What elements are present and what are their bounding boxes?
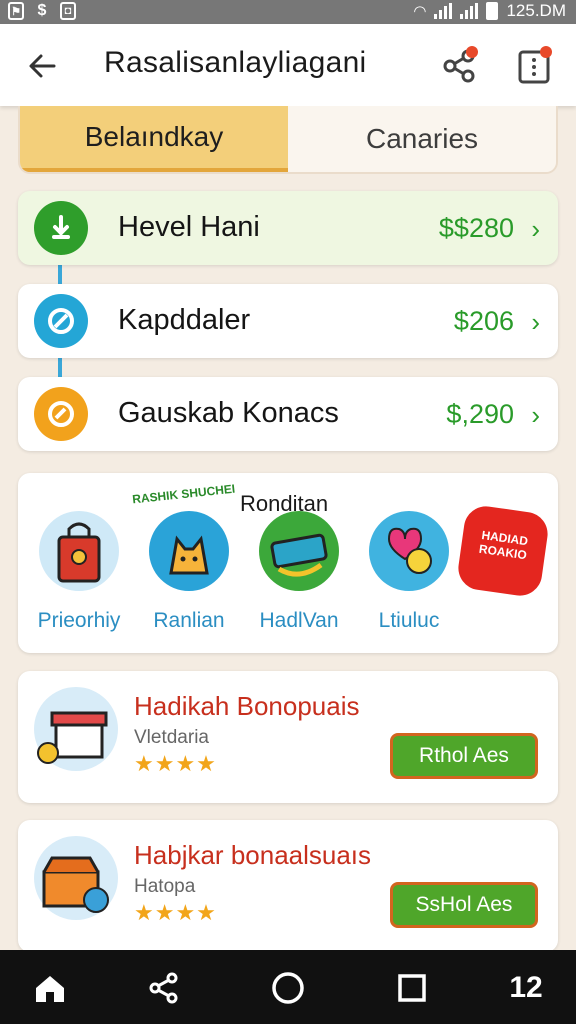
category-item[interactable]: Ranlian <box>134 511 244 633</box>
offer-title: Hadikah Bonopuais <box>134 691 360 721</box>
dollar-icon: $ <box>37 2 47 19</box>
chevron-right-icon: › <box>531 214 540 244</box>
badge-icon: HADIAD ROAKIO <box>455 503 551 599</box>
row-name: Kapddaler <box>118 304 251 336</box>
timeline-connector <box>58 264 62 286</box>
circle-home-icon[interactable] <box>268 968 308 1008</box>
row-amount: $$280 <box>438 213 514 243</box>
offer-card[interactable]: Hadikah Bonopuais Vletdaria ★★★★ Rthol A… <box>18 671 558 803</box>
profile-text: 12 <box>509 971 543 1004</box>
system-nav-bar: 12 <box>0 950 576 1024</box>
heart-icon <box>369 511 449 591</box>
back-arrow-icon[interactable] <box>24 48 60 84</box>
badge-text: HADIAD ROAKIO <box>478 527 529 563</box>
page-title: Rasalisanlayliagani <box>104 46 367 79</box>
star-rating: ★★★★ <box>134 751 217 776</box>
offer-button[interactable]: Rthol Aes <box>390 733 538 779</box>
category-label: Prieorhiy <box>37 609 121 632</box>
cat-icon <box>149 511 229 591</box>
category-card: RASHIK SHUCHEI Ronditan Prieorhiy Ranlia… <box>18 473 558 653</box>
app-bar: Rasalisanlayliagani <box>0 24 576 106</box>
download-icon <box>34 201 88 255</box>
offer-card[interactable]: Habjkar bonaalsuaıs Hatopa ★★★★ SsHol Ae… <box>18 820 558 952</box>
status-bar: ⚑ $ ◘ ◠ 125.DM <box>0 0 576 24</box>
share-icon[interactable] <box>144 968 184 1008</box>
row-name: Hevel Hani <box>118 211 260 243</box>
wifi-icon: ◠ <box>413 3 427 20</box>
gift-box-icon <box>34 687 118 771</box>
signal-icon <box>460 3 479 19</box>
home-icon[interactable] <box>30 968 70 1008</box>
row-name: Gauskab Konacs <box>118 397 339 429</box>
treasure-chest-icon <box>34 836 118 920</box>
ticket-icon <box>259 511 339 591</box>
category-label: Ranlian <box>153 609 225 632</box>
category-item[interactable]: HADIAD ROAKIO <box>448 503 558 599</box>
share-button[interactable] <box>440 46 480 86</box>
tab-bar: Belaındkay Canaries <box>18 106 558 174</box>
timeline-connector <box>58 356 62 378</box>
category-item[interactable]: HadlVan <box>244 511 354 633</box>
chevron-right-icon: › <box>531 307 540 337</box>
signal-icon <box>434 3 453 19</box>
row-amount: $,290 <box>446 399 514 429</box>
sticker-label: RASHIK SHUCHEI <box>131 481 236 507</box>
category-label: HadlVan <box>259 609 339 632</box>
profile-icon[interactable]: 12 <box>504 968 548 1008</box>
square-recents-icon[interactable] <box>392 968 432 1008</box>
category-label: Ltiuluc <box>378 609 440 632</box>
status-time: 125.DM <box>506 1 566 20</box>
more-button[interactable] <box>514 46 554 86</box>
tab-canaries[interactable]: Canaries <box>288 106 556 172</box>
category-item[interactable]: Prieorhiy <box>24 511 134 633</box>
tab-belaindkay[interactable]: Belaındkay <box>20 106 288 172</box>
b-logo-icon <box>34 294 88 348</box>
offer-button[interactable]: SsHol Aes <box>390 882 538 928</box>
notification-dot <box>540 46 552 58</box>
offer-subtitle: Hatopa <box>134 876 196 897</box>
row-amount: $206 <box>453 306 514 336</box>
app-icon: ◘ <box>60 2 76 20</box>
chevron-right-icon: › <box>531 400 540 430</box>
shopping-bag-icon <box>39 511 119 591</box>
offer-subtitle: Vletdaria <box>134 727 209 748</box>
notification-dot <box>466 46 478 58</box>
star-rating: ★★★★ <box>134 900 217 925</box>
timeline-row[interactable]: Kapddaler $206 › <box>18 284 558 358</box>
timeline-row[interactable]: Hevel Hani $$280 › <box>18 191 558 265</box>
timeline-row[interactable]: Gauskab Konacs $,290 › <box>18 377 558 451</box>
offer-title: Habjkar bonaalsuaıs <box>134 840 372 870</box>
battery-icon <box>486 2 499 20</box>
c-logo-icon <box>34 387 88 441</box>
notification-icon: ⚑ <box>8 2 24 20</box>
